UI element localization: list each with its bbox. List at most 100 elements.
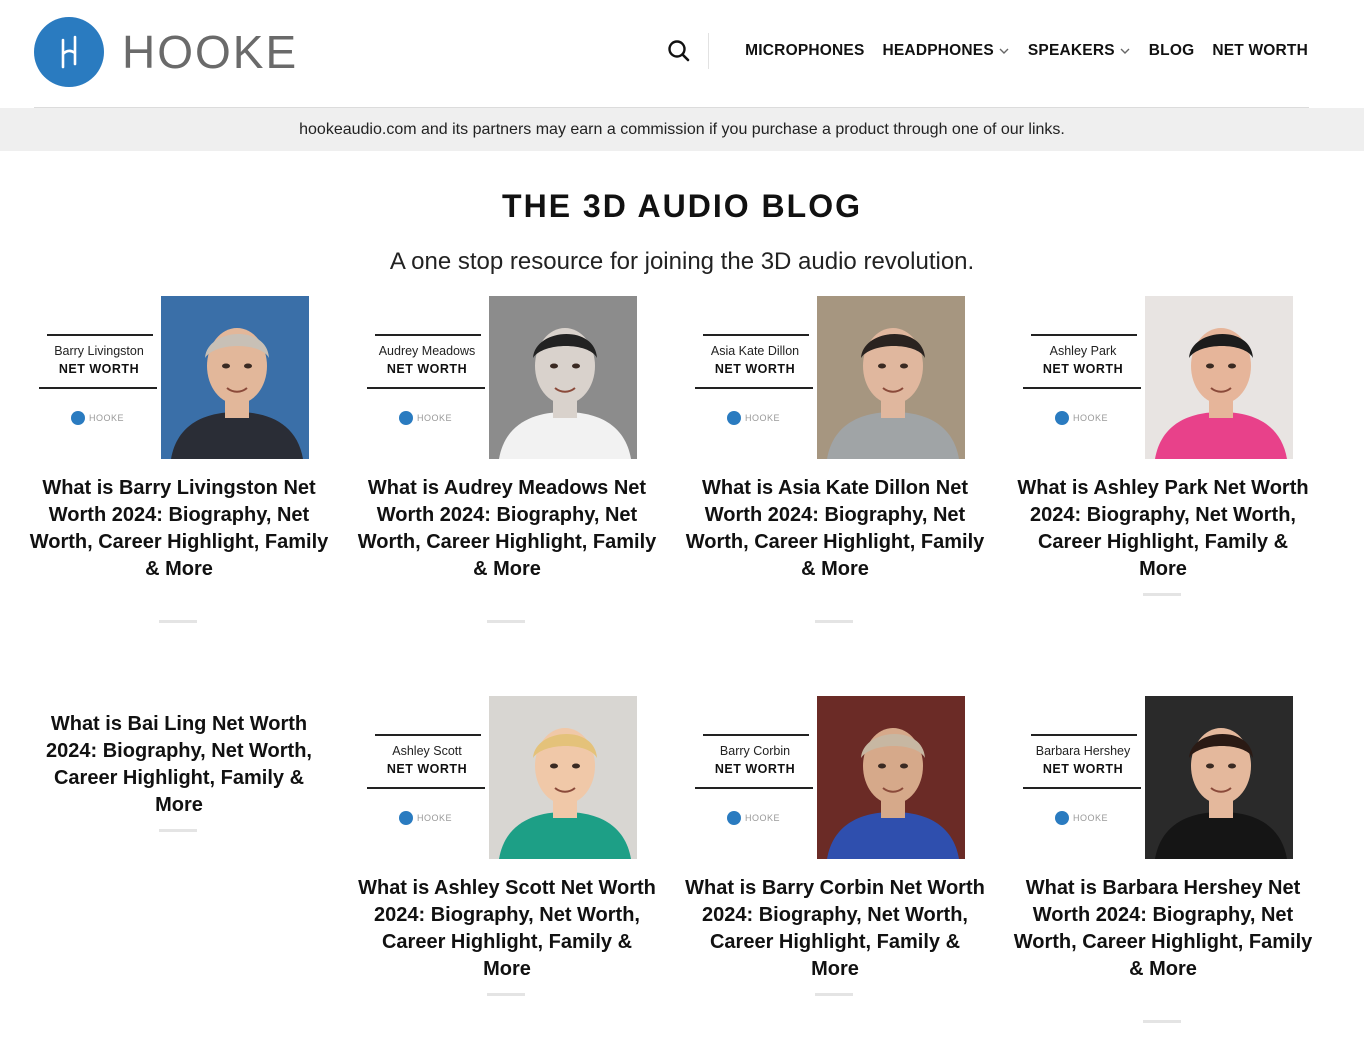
thumbnail-brand-text: HOOKE (417, 413, 453, 423)
person-photo (489, 696, 637, 859)
card-divider (1143, 593, 1181, 596)
nav-item-net-worth[interactable]: NET WORTH (1212, 42, 1308, 60)
caption-rule (375, 334, 481, 336)
thumbnail-brand-text: HOOKE (745, 413, 781, 423)
page-subtitle: A one stop resource for joining the 3D a… (389, 248, 975, 275)
thumbnail-net-worth-label: NET WORTH (714, 762, 796, 776)
caption-rule (39, 387, 157, 389)
post-title-link[interactable]: What is Audrey Meadows Net Worth 2024: B… (357, 475, 657, 583)
post-title-link[interactable]: What is Bai Ling Net Worth 2024: Biograp… (29, 711, 329, 819)
caption-rule (1023, 387, 1141, 389)
post-title-link[interactable]: What is Asia Kate Dillon Net Worth 2024:… (685, 475, 985, 583)
thumbnail-person-name: Barry Corbin (719, 744, 791, 758)
nav-label: HEADPHONES (882, 42, 994, 59)
nav-label: NET WORTH (1212, 42, 1308, 59)
chevron-down-icon (999, 48, 1009, 54)
caption-rule (1031, 334, 1137, 336)
person-photo (817, 696, 965, 859)
thumbnail-brand-text: HOOKE (417, 813, 453, 823)
chevron-down-icon (1120, 48, 1130, 54)
thumbnail-person-name: Ashley Park (1049, 344, 1117, 358)
nav-item-microphones[interactable]: MICROPHONES (745, 42, 864, 60)
thumbnail-brand-text: HOOKE (89, 413, 125, 423)
thumbnail-brand-text: HOOKE (1073, 813, 1109, 823)
card-divider (815, 620, 853, 623)
thumbnail-caption-panel: Barry Corbin NET WORTH HOOKE (695, 696, 815, 859)
brand-logo-icon (727, 411, 741, 425)
caption-rule (375, 734, 481, 736)
thumbnail-caption-panel: Barbara Hershey NET WORTH HOOKE (1023, 696, 1143, 859)
post-thumbnail[interactable]: Audrey Meadows NET WORTH HOOKE (367, 296, 637, 459)
thumbnail-person-name: Barbara Hershey (1035, 744, 1131, 758)
post-thumbnail[interactable]: Ashley Scott NET WORTH HOOKE (367, 696, 637, 859)
thumbnail-net-worth-label: NET WORTH (1042, 362, 1124, 376)
caption-rule (367, 387, 485, 389)
thumbnail-brand: HOOKE (399, 411, 452, 425)
post-title-link[interactable]: What is Ashley Park Net Worth 2024: Biog… (1013, 475, 1313, 583)
thumbnail-caption-panel: Barry Livingston NET WORTH HOOKE (39, 296, 159, 459)
brand-logo-icon (71, 411, 85, 425)
card-divider (159, 620, 197, 623)
post-title-link[interactable]: What is Barbara Hershey Net Worth 2024: … (1013, 875, 1313, 983)
main-nav: MICROPHONES HEADPHONES SPEAKERS BLOG NET… (745, 40, 1308, 62)
thumbnail-person-name: Barry Livingston (54, 344, 144, 358)
person-photo (1145, 296, 1293, 459)
thumbnail-caption-panel: Audrey Meadows NET WORTH HOOKE (367, 296, 487, 459)
brand-logo-icon (1055, 411, 1069, 425)
thumbnail-net-worth-label: NET WORTH (714, 362, 796, 376)
post-thumbnail[interactable]: Barry Corbin NET WORTH HOOKE (695, 696, 965, 859)
thumbnail-brand: HOOKE (1055, 411, 1108, 425)
caption-rule (47, 334, 153, 336)
post-thumbnail[interactable]: Asia Kate Dillon NET WORTH HOOKE (695, 296, 965, 459)
card-divider (487, 620, 525, 623)
card-divider (159, 829, 197, 832)
search-icon[interactable] (666, 38, 692, 64)
card-divider (815, 993, 853, 996)
nav-item-blog[interactable]: BLOG (1149, 42, 1195, 60)
post-title-link[interactable]: What is Barry Livingston Net Worth 2024:… (29, 475, 329, 583)
nav-item-headphones[interactable]: HEADPHONES (883, 42, 1010, 60)
thumbnail-brand: HOOKE (1055, 811, 1108, 825)
caption-rule (1023, 787, 1141, 789)
thumbnail-caption-panel: Ashley Park NET WORTH HOOKE (1023, 296, 1143, 459)
site-header: HOOKE MICROPHONES HEADPHONES SPEAKERS BL… (0, 0, 1364, 108)
brand-name[interactable]: HOOKE (122, 26, 298, 78)
post-thumbnail[interactable]: Ashley Park NET WORTH HOOKE (1023, 296, 1293, 459)
thumbnail-brand: HOOKE (727, 811, 780, 825)
thumbnail-person-name: Asia Kate Dillon (710, 344, 800, 358)
thumbnail-net-worth-label: NET WORTH (58, 362, 140, 376)
post-title-link[interactable]: What is Ashley Scott Net Worth 2024: Bio… (357, 875, 657, 983)
brand-logo-icon (727, 811, 741, 825)
nav-label: SPEAKERS (1027, 42, 1115, 59)
thumbnail-person-name: Audrey Meadows (378, 344, 476, 358)
caption-rule (703, 334, 809, 336)
nav-label: MICROPHONES (745, 42, 865, 59)
thumbnail-net-worth-label: NET WORTH (386, 362, 468, 376)
thumbnail-caption-panel: Ashley Scott NET WORTH HOOKE (367, 696, 487, 859)
caption-rule (367, 787, 485, 789)
brand-logo-icon (1055, 811, 1069, 825)
card-divider (1143, 1020, 1181, 1023)
nav-label: BLOG (1148, 42, 1195, 59)
thumbnail-brand: HOOKE (727, 411, 780, 425)
thumbnail-brand: HOOKE (71, 411, 124, 425)
caption-rule (695, 787, 813, 789)
post-thumbnail[interactable]: Barbara Hershey NET WORTH HOOKE (1023, 696, 1293, 859)
caption-rule (695, 387, 813, 389)
thumbnail-net-worth-label: NET WORTH (386, 762, 468, 776)
affiliate-disclosure: hookeaudio.com and its partners may earn… (0, 108, 1364, 151)
person-photo (161, 296, 309, 459)
thumbnail-net-worth-label: NET WORTH (1042, 762, 1124, 776)
post-thumbnail[interactable]: Barry Livingston NET WORTH HOOKE (39, 296, 309, 459)
page-title: THE 3D AUDIO BLOG (502, 188, 862, 224)
thumbnail-brand: HOOKE (399, 811, 452, 825)
person-photo (817, 296, 965, 459)
brand-logo-icon (399, 811, 413, 825)
nav-item-speakers[interactable]: SPEAKERS (1028, 42, 1131, 60)
brand-logo-icon[interactable] (34, 17, 104, 87)
thumbnail-person-name: Ashley Scott (392, 744, 462, 758)
post-title-link[interactable]: What is Barry Corbin Net Worth 2024: Bio… (685, 875, 985, 983)
caption-rule (1031, 734, 1137, 736)
caption-rule (703, 734, 809, 736)
thumbnail-caption-panel: Asia Kate Dillon NET WORTH HOOKE (695, 296, 815, 459)
